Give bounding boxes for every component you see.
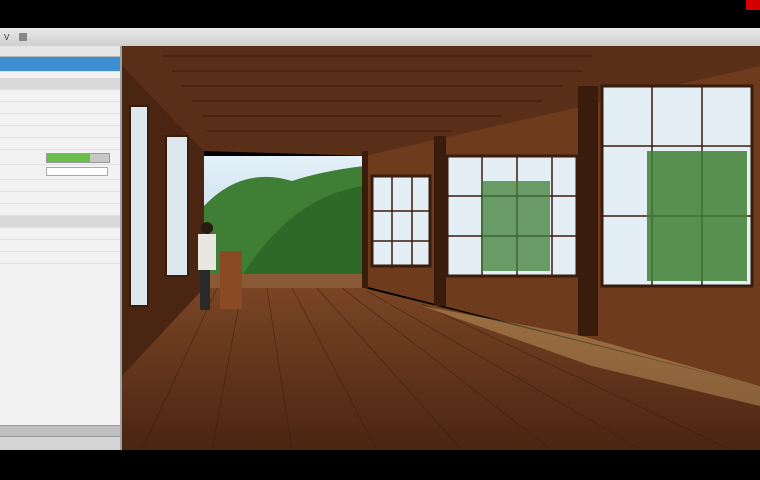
- panel-header: [0, 46, 120, 57]
- panel-group-header[interactable]: [0, 216, 120, 228]
- forest-through-window: [482, 181, 550, 271]
- pillar: [578, 86, 598, 336]
- properties-panel: [0, 46, 122, 450]
- panel-group-header[interactable]: [0, 78, 120, 90]
- left-window: [165, 135, 189, 277]
- slider-fill: [47, 154, 91, 162]
- pillar: [362, 151, 368, 291]
- panel-row[interactable]: [0, 252, 120, 264]
- bottom-black-bar: [0, 450, 760, 480]
- panel-row[interactable]: [0, 90, 120, 102]
- window-title-strip: V: [0, 28, 760, 46]
- value-field[interactable]: [46, 167, 108, 176]
- panel-row[interactable]: [0, 180, 120, 192]
- panel-row-selected[interactable]: [0, 57, 120, 72]
- panel-row[interactable]: [0, 102, 120, 114]
- panel-row[interactable]: [0, 240, 120, 252]
- panel-row[interactable]: [0, 138, 120, 150]
- person-head: [201, 222, 213, 234]
- panel-footer: [0, 425, 120, 450]
- person-legs: [200, 270, 210, 310]
- panel-slider-row: [0, 150, 120, 165]
- 3d-viewport[interactable]: [122, 46, 760, 450]
- panel-scrollbar[interactable]: [0, 426, 120, 437]
- panel-row[interactable]: [0, 126, 120, 138]
- panel-row[interactable]: [0, 204, 120, 216]
- forest-through-window: [647, 151, 747, 281]
- lectern: [220, 251, 242, 309]
- panel-row[interactable]: [0, 228, 120, 240]
- title-item-1[interactable]: V: [4, 33, 9, 42]
- square-icon: [19, 33, 28, 41]
- value-slider[interactable]: [46, 153, 110, 163]
- panel-field-row: [0, 165, 120, 180]
- pillar: [434, 136, 446, 306]
- record-indicator-icon: [746, 0, 760, 10]
- panel-row[interactable]: [0, 114, 120, 126]
- top-black-bar: [0, 0, 760, 28]
- left-window: [129, 105, 149, 307]
- room-render: [122, 46, 760, 450]
- panel-row[interactable]: [0, 192, 120, 204]
- person-torso: [198, 234, 216, 270]
